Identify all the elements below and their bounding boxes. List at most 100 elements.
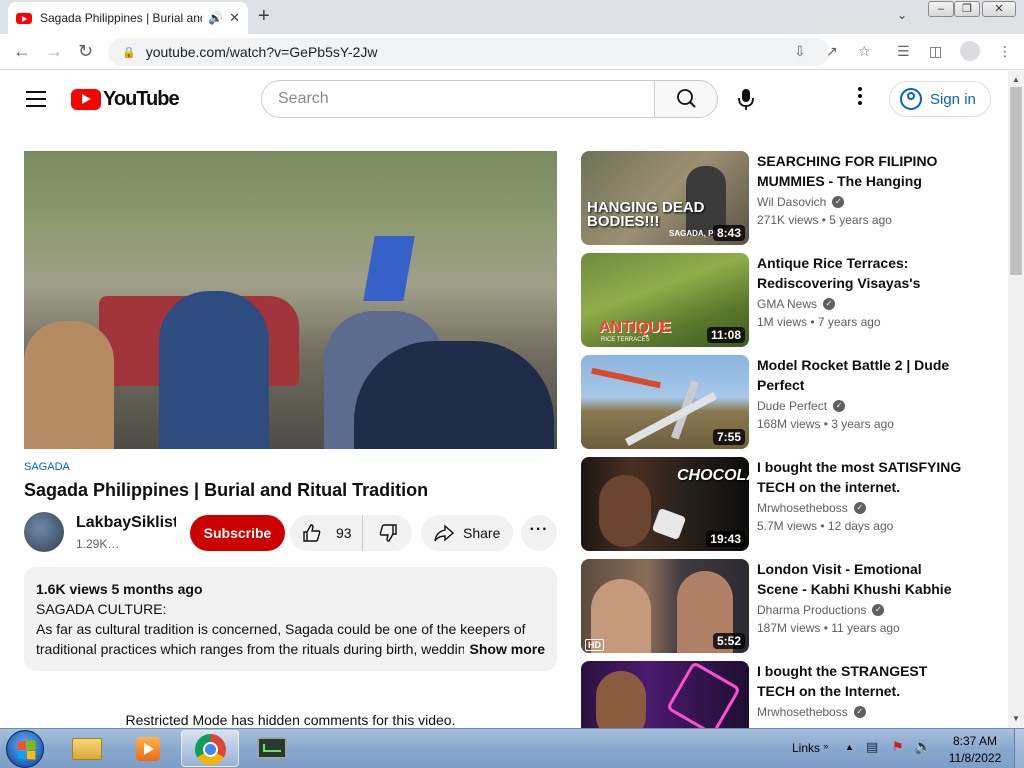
upload-age: 11 years ago: [831, 621, 900, 635]
logo-wordmark: YouTube: [103, 88, 180, 110]
recommendation-channel[interactable]: GMA News ✓: [757, 297, 836, 311]
share-button[interactable]: Share: [421, 515, 513, 551]
upload-age: 12 days ago: [827, 519, 894, 533]
recommendation-title[interactable]: I bought the STRANGEST TECH on the Inter…: [757, 661, 962, 701]
search-input[interactable]: Search: [261, 80, 655, 118]
start-button[interactable]: [6, 730, 44, 768]
recommendation-title[interactable]: Model Rocket Battle 2 | Dude Perfect: [757, 355, 962, 395]
network-icon[interactable]: ▤: [866, 739, 878, 755]
recommendation-item[interactable]: HD 5:52 London Visit - Emotional Scene -…: [581, 559, 981, 653]
chevron-down-icon[interactable]: ⌄: [897, 8, 907, 22]
recommendation-item[interactable]: CHOCOLATE 19:43 I bought the most SATISF…: [581, 457, 981, 551]
system-clock[interactable]: 8:37 AM 11/8/2022: [940, 733, 1010, 767]
close-tab-icon[interactable]: ✕: [229, 10, 240, 26]
recommendation-title[interactable]: SEARCHING FOR FILIPINO MUMMIES - The Han…: [757, 151, 962, 191]
side-panel-icon[interactable]: ◫: [929, 43, 942, 60]
microphone-icon: [738, 89, 754, 110]
bookmark-star-icon[interactable]: ☆: [858, 43, 871, 60]
forward-arrow-icon[interactable]: →: [45, 41, 63, 62]
video-title: Sagada Philippines | Burial and Ritual T…: [24, 480, 429, 500]
install-app-icon[interactable]: ⇩: [794, 43, 806, 60]
speaker-icon[interactable]: 🔊: [208, 11, 223, 25]
links-label: Links: [792, 741, 821, 755]
browser-tab[interactable]: Sagada Philippines | Burial and Ritual T…: [8, 2, 248, 34]
scroll-down-arrow[interactable]: ▼: [1012, 714, 1020, 723]
video-thumbnail[interactable]: HD 5:52: [581, 559, 749, 653]
video-thumbnail[interactable]: 7:55: [581, 355, 749, 449]
taskbar-media-player[interactable]: [118, 730, 176, 767]
recommendation-channel[interactable]: Mrwhosetheboss ✓: [757, 705, 866, 719]
share-label: Share: [463, 525, 501, 541]
recommendation-item[interactable]: 7:55 Model Rocket Battle 2 | Dude Perfec…: [581, 355, 981, 449]
upload-age: 3 years ago: [831, 417, 894, 431]
thumbnail-subcaption: RICE TERRACES: [601, 337, 650, 343]
links-toolbar[interactable]: Links »: [792, 741, 828, 755]
recommendation-title[interactable]: Antique Rice Terraces: Rediscovering Vis…: [757, 253, 962, 293]
scrollbar-thumb[interactable]: [1010, 87, 1022, 275]
video-hashtag[interactable]: SAGADA: [24, 461, 70, 473]
verified-check-icon: ✓: [853, 502, 866, 514]
address-bar[interactable]: 🔒 youtube.com/watch?v=GePb5sY-2Jw: [108, 38, 830, 66]
recommendation-channel[interactable]: Wil Dasovich ✓: [757, 195, 845, 209]
channel-avatar[interactable]: [24, 512, 64, 552]
view-count: 187M views: [757, 621, 821, 635]
video-duration: 7:55: [712, 429, 745, 445]
description-box[interactable]: 1.6K views 5 months ago SAGADA CULTURE: …: [24, 567, 557, 671]
media-queue-icon[interactable]: ☰: [897, 43, 910, 60]
hamburger-menu-icon[interactable]: [26, 91, 46, 107]
lock-icon[interactable]: 🔒: [122, 46, 136, 59]
volume-icon[interactable]: 🔈: [914, 738, 931, 755]
back-arrow-icon[interactable]: ←: [13, 41, 31, 62]
recommendation-title[interactable]: London Visit - Emotional Scene - Kabhi K…: [757, 559, 962, 599]
sign-in-button[interactable]: Sign in: [889, 81, 991, 117]
recommendation-item[interactable]: HANGING DEAD BODIES!!! SAGADA, PHI... 8:…: [581, 151, 981, 245]
recommendation-meta: 187M views • 11 years ago: [757, 621, 900, 635]
youtube-logo[interactable]: YouTube: [71, 88, 180, 111]
recommendation-channel[interactable]: Dude Perfect ✓: [757, 399, 846, 413]
dislike-button[interactable]: [362, 515, 412, 551]
account-icon: [900, 88, 922, 110]
video-thumbnail[interactable]: ANTIQUE RICE TERRACES 11:08: [581, 253, 749, 347]
browser-menu-icon[interactable]: ⋮: [998, 43, 1012, 60]
reload-icon[interactable]: ↻: [78, 41, 93, 62]
subscriber-count: 1.29K…: [76, 537, 120, 551]
recommendation-title[interactable]: I bought the most SATISFYING TECH on the…: [757, 457, 962, 497]
recommendation-channel[interactable]: Mrwhosetheboss ✓: [757, 501, 866, 515]
restore-button[interactable]: ❐: [954, 1, 980, 17]
window-close-button[interactable]: ✕: [982, 1, 1016, 17]
like-button[interactable]: 93: [290, 515, 362, 551]
show-desktop-button[interactable]: [1014, 729, 1024, 768]
like-dislike-bar: 93: [290, 515, 412, 551]
folder-icon: [72, 738, 102, 760]
recommendation-item[interactable]: ANTIQUE RICE TERRACES 11:08 Antique Rice…: [581, 253, 981, 347]
view-count: 1M views: [757, 315, 808, 329]
recommendation-meta: 5.7M views • 12 days ago: [757, 519, 894, 533]
minimize-button[interactable]: –: [928, 1, 954, 17]
video-player[interactable]: [24, 151, 557, 449]
more-actions-button[interactable]: ···: [521, 515, 557, 551]
channel-name[interactable]: LakbaySiklista: [76, 514, 176, 532]
voice-search-button[interactable]: [728, 80, 764, 118]
taskbar-chrome[interactable]: [181, 730, 239, 767]
taskbar-system-monitor[interactable]: [243, 730, 301, 767]
description-line: As far as cultural tradition is concerne…: [36, 621, 526, 637]
taskbar-explorer[interactable]: [58, 730, 116, 767]
show-hidden-icons[interactable]: ▲: [845, 742, 854, 752]
view-count: 271K views: [757, 213, 819, 227]
search-button[interactable]: [654, 80, 718, 118]
settings-menu-icon[interactable]: [850, 87, 870, 111]
recommendation-channel[interactable]: Dharma Productions ✓: [757, 603, 885, 617]
youtube-header: YouTube Search Sign in: [0, 71, 1008, 127]
video-thumbnail[interactable]: [581, 661, 749, 728]
share-page-icon[interactable]: ↗: [826, 43, 838, 60]
new-tab-button[interactable]: +: [258, 5, 270, 28]
profile-avatar-icon[interactable]: [960, 41, 980, 61]
verified-check-icon: ✓: [833, 400, 846, 412]
video-thumbnail[interactable]: HANGING DEAD BODIES!!! SAGADA, PHI... 8:…: [581, 151, 749, 245]
scroll-up-arrow[interactable]: ▲: [1012, 75, 1020, 84]
video-thumbnail[interactable]: CHOCOLATE 19:43: [581, 457, 749, 551]
action-center-flag-icon[interactable]: ⚑: [892, 739, 904, 755]
subscribe-button[interactable]: Subscribe: [190, 515, 285, 551]
recommendation-item[interactable]: I bought the STRANGEST TECH on the Inter…: [581, 661, 981, 728]
show-more-button[interactable]: Show more: [463, 639, 545, 659]
